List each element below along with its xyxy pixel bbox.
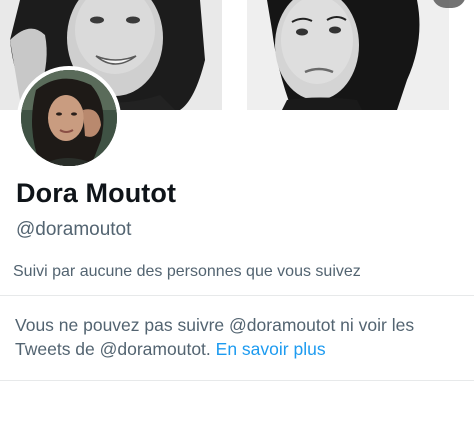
profile-page: Dora Moutot @doramoutot Suivi par aucune… — [0, 0, 474, 431]
notice-line-1: Vous ne pouvez pas suivre @doramoutot ni… — [15, 315, 415, 335]
banner-gap — [222, 0, 247, 110]
banner-edge — [449, 0, 474, 110]
divider — [0, 380, 474, 381]
divider — [0, 295, 474, 296]
avatar[interactable] — [17, 66, 121, 170]
learn-more-link[interactable]: En savoir plus — [216, 339, 326, 359]
username-handle: @doramoutot — [16, 219, 132, 240]
followers-you-know[interactable]: Suivi par aucune des personnes que vous … — [13, 263, 361, 281]
blocked-notice: Vous ne pouvez pas suivre @doramoutot ni… — [15, 313, 465, 361]
display-name: Dora Moutot — [16, 178, 177, 208]
banner-photo-right — [247, 0, 449, 110]
notice-line-2: Tweets de @doramoutot. — [15, 339, 216, 359]
